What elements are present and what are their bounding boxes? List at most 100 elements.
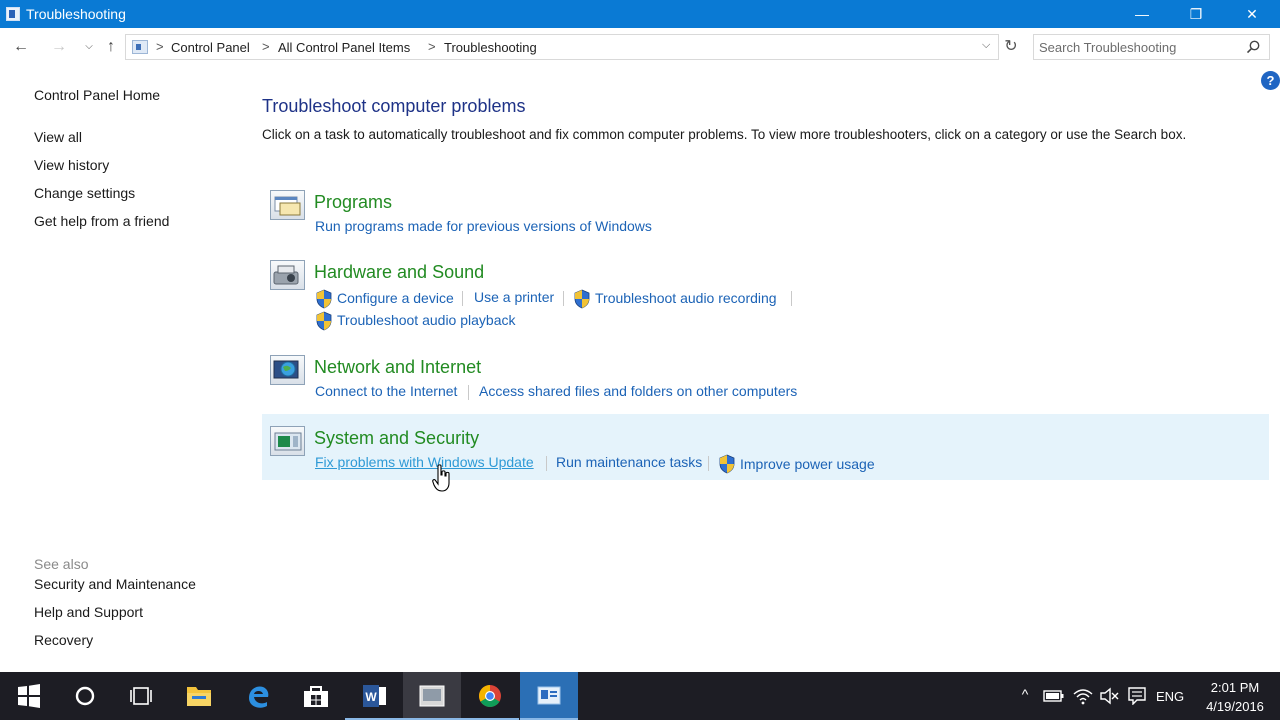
uac-shield-icon [719, 454, 735, 474]
task-configure-device[interactable]: Configure a device [337, 290, 454, 306]
file-explorer-icon [187, 687, 211, 706]
category-programs[interactable]: Programs Run programs made for previous … [262, 184, 1269, 240]
address-bar[interactable]: > Control Panel > All Control Panel Item… [125, 34, 999, 60]
sidebar-view-history[interactable]: View history [34, 157, 109, 173]
action-center-icon[interactable] [1127, 687, 1147, 705]
hand-cursor-icon [432, 464, 450, 492]
category-hardware-and-sound[interactable]: Hardware and Sound Configure a device Us… [262, 254, 1269, 336]
word-icon: W [363, 685, 386, 707]
task-view-icon [130, 687, 152, 705]
refresh-button[interactable]: ↻ [1000, 35, 1022, 59]
category-title[interactable]: Hardware and Sound [314, 262, 484, 283]
photos-app-button[interactable] [403, 672, 461, 720]
minimize-button[interactable]: — [1114, 0, 1170, 28]
task-access-shared-files[interactable]: Access shared files and folders on other… [479, 383, 797, 399]
clock-time: 2:01 PM [1210, 680, 1260, 695]
programs-icon [270, 190, 305, 220]
svg-text:W: W [365, 690, 377, 704]
navigation-bar: ← → ⌵ ↑ > Control Panel > All Control Pa… [0, 28, 1280, 66]
maximize-button[interactable]: ❐ [1168, 0, 1224, 28]
cortana-button[interactable] [56, 672, 114, 720]
category-system-and-security[interactable]: System and Security Fix problems with Wi… [262, 414, 1269, 480]
see-also-heading: See also [34, 556, 89, 572]
wifi-icon[interactable] [1072, 686, 1094, 706]
page-description: Click on a task to automatically trouble… [262, 127, 1187, 142]
photos-app-icon [419, 685, 445, 707]
breadcrumb-troubleshooting[interactable]: Troubleshooting [444, 40, 537, 55]
sidebar-change-settings[interactable]: Change settings [34, 185, 135, 201]
sidebar: Control Panel Home View all View history… [0, 66, 245, 671]
chrome-icon [479, 685, 501, 707]
uac-shield-icon [574, 289, 590, 309]
task-separator [708, 456, 709, 471]
task-connect-internet[interactable]: Connect to the Internet [315, 383, 457, 399]
category-title[interactable]: Network and Internet [314, 357, 481, 378]
windows-logo-icon [18, 684, 40, 708]
start-button[interactable] [0, 672, 58, 720]
task-separator [468, 385, 469, 400]
uac-shield-icon [316, 311, 332, 331]
volume-muted-icon[interactable] [1099, 687, 1119, 705]
task-separator [462, 291, 463, 306]
breadcrumb-separator[interactable]: > [262, 39, 270, 54]
task-use-printer[interactable]: Use a printer [474, 289, 554, 305]
control-panel-icon [132, 40, 148, 54]
recent-locations-button[interactable]: ⌵ [78, 34, 100, 60]
main-content: Troubleshoot computer problems Click on … [262, 66, 1272, 671]
troubleshooting-window: Troubleshooting — ❐ ✕ ← → ⌵ ↑ > Control … [0, 0, 1280, 720]
file-explorer-button[interactable] [170, 672, 228, 720]
window-title: Troubleshooting [26, 6, 126, 22]
network-internet-icon [270, 355, 305, 385]
sidebar-get-help-from-friend[interactable]: Get help from a friend [34, 213, 169, 229]
battery-icon[interactable] [1043, 689, 1065, 703]
task-troubleshoot-audio-playback[interactable]: Troubleshoot audio playback [337, 312, 516, 328]
see-also-recovery[interactable]: Recovery [34, 632, 93, 648]
control-panel-icon [537, 686, 561, 705]
clock-date: 4/19/2016 [1206, 699, 1264, 714]
uac-shield-icon [316, 289, 332, 309]
search-box[interactable] [1033, 34, 1270, 60]
edge-button[interactable] [229, 672, 287, 720]
up-button[interactable]: ↑ [100, 34, 122, 60]
breadcrumb-separator[interactable]: > [428, 39, 436, 54]
control-panel-button[interactable] [520, 672, 578, 720]
close-button[interactable]: ✕ [1224, 0, 1280, 28]
category-title[interactable]: System and Security [314, 428, 479, 449]
chrome-button[interactable] [461, 672, 519, 720]
breadcrumb-control-panel[interactable]: Control Panel [171, 40, 250, 55]
hardware-sound-icon [270, 260, 305, 290]
title-bar: Troubleshooting — ❐ ✕ [0, 0, 1280, 28]
word-button[interactable]: W [345, 672, 403, 720]
input-language-indicator[interactable]: ENG [1156, 689, 1184, 709]
task-view-button[interactable] [112, 672, 170, 720]
cortana-icon [75, 686, 95, 706]
task-troubleshoot-audio-recording[interactable]: Troubleshoot audio recording [595, 290, 777, 306]
search-icon[interactable] [1245, 39, 1261, 55]
taskbar: W ^ ENG 2:01 PM 4/19/2016 [0, 672, 1280, 720]
task-run-maintenance[interactable]: Run maintenance tasks [556, 454, 702, 470]
show-hidden-icons-button[interactable]: ^ [1015, 686, 1035, 706]
edge-icon [249, 686, 269, 708]
search-input[interactable] [1034, 35, 1244, 59]
clock[interactable]: 2:01 PM 4/19/2016 [1200, 678, 1270, 716]
task-improve-power-usage[interactable]: Improve power usage [740, 456, 875, 472]
chevron-down-icon[interactable]: ⌵ [982, 39, 990, 52]
category-title[interactable]: Programs [314, 192, 392, 213]
breadcrumb-separator[interactable]: > [156, 39, 164, 54]
sidebar-view-all[interactable]: View all [34, 129, 82, 145]
see-also-security-maintenance[interactable]: Security and Maintenance [34, 576, 196, 592]
forward-button[interactable]: → [48, 34, 70, 60]
system-security-icon [270, 426, 305, 456]
breadcrumb-all-items[interactable]: All Control Panel Items [278, 40, 410, 55]
store-icon [304, 686, 328, 707]
store-button[interactable] [287, 672, 345, 720]
task-separator [563, 291, 564, 306]
category-network-and-internet[interactable]: Network and Internet Connect to the Inte… [262, 349, 1269, 407]
page-title: Troubleshoot computer problems [262, 96, 526, 116]
back-button[interactable]: ← [10, 34, 32, 60]
task-separator [791, 291, 792, 306]
sidebar-control-panel-home[interactable]: Control Panel Home [34, 87, 160, 103]
task-run-old-programs[interactable]: Run programs made for previous versions … [315, 218, 652, 234]
task-fix-windows-update[interactable]: Fix problems with Windows Update [315, 454, 534, 470]
see-also-help-support[interactable]: Help and Support [34, 604, 143, 620]
